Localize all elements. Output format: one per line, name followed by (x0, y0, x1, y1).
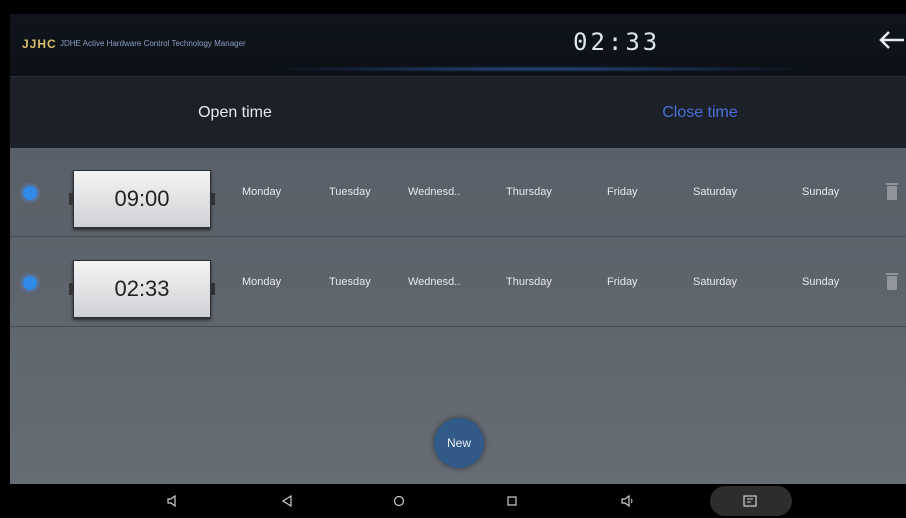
back-button[interactable] (876, 28, 906, 58)
brand-logo: JJHC (22, 37, 57, 51)
day-wednesday[interactable]: Wednesd.. (408, 186, 460, 198)
delete-schedule-button[interactable] (885, 271, 899, 291)
trash-icon (886, 273, 898, 290)
day-saturday[interactable]: Saturday (693, 276, 737, 288)
header-glow (260, 66, 820, 72)
tab-bar: Open time Close time (10, 76, 906, 149)
schedule-row: 09:00 Monday Tuesday Wednesd.. Thursday … (10, 148, 906, 237)
tab-open-time[interactable]: Open time (85, 77, 385, 149)
volume-up-button[interactable] (612, 484, 642, 518)
volume-down-icon (167, 495, 176, 507)
nav-recents-button[interactable] (497, 484, 527, 518)
delete-schedule-button[interactable] (885, 181, 899, 201)
time-picker[interactable]: 09:00 (69, 170, 215, 228)
back-arrow-icon (879, 31, 904, 49)
day-friday[interactable]: Friday (607, 276, 638, 288)
clock-display: 02:33 (573, 28, 661, 56)
day-monday[interactable]: Monday (242, 186, 281, 198)
top-header: JJHC JDHE Active Hardware Control Techno… (10, 14, 906, 76)
trash-icon (886, 183, 898, 200)
volume-up-icon (621, 495, 633, 507)
volume-down-button[interactable] (158, 484, 188, 518)
app-title: JDHE Active Hardware Control Technology … (60, 39, 246, 48)
tab-close-time[interactable]: Close time (550, 77, 850, 149)
day-wednesday[interactable]: Wednesd.. (408, 276, 460, 288)
recents-square-icon (507, 496, 517, 506)
day-friday[interactable]: Friday (607, 186, 638, 198)
schedule-toggle-radio[interactable] (23, 186, 37, 200)
home-circle-icon (393, 495, 405, 507)
day-thursday[interactable]: Thursday (506, 276, 552, 288)
day-saturday[interactable]: Saturday (693, 186, 737, 198)
time-picker[interactable]: 02:33 (69, 260, 215, 318)
back-triangle-icon (281, 495, 292, 507)
day-thursday[interactable]: Thursday (506, 186, 552, 198)
schedule-list: 09:00 Monday Tuesday Wednesd.. Thursday … (10, 148, 906, 484)
screenshot-icon (743, 495, 757, 507)
day-sunday[interactable]: Sunday (802, 276, 839, 288)
day-tuesday[interactable]: Tuesday (329, 276, 371, 288)
day-sunday[interactable]: Sunday (802, 186, 839, 198)
new-schedule-button[interactable]: New (434, 418, 484, 468)
day-tuesday[interactable]: Tuesday (329, 186, 371, 198)
nav-back-button[interactable] (272, 484, 302, 518)
screenshot-button[interactable] (710, 486, 792, 516)
system-nav-bar (0, 484, 906, 518)
schedule-row: 02:33 Monday Tuesday Wednesd.. Thursday … (10, 238, 906, 327)
day-monday[interactable]: Monday (242, 276, 281, 288)
app-screen: JJHC JDHE Active Hardware Control Techno… (0, 0, 906, 518)
nav-home-button[interactable] (384, 484, 414, 518)
schedule-toggle-radio[interactable] (23, 276, 37, 290)
